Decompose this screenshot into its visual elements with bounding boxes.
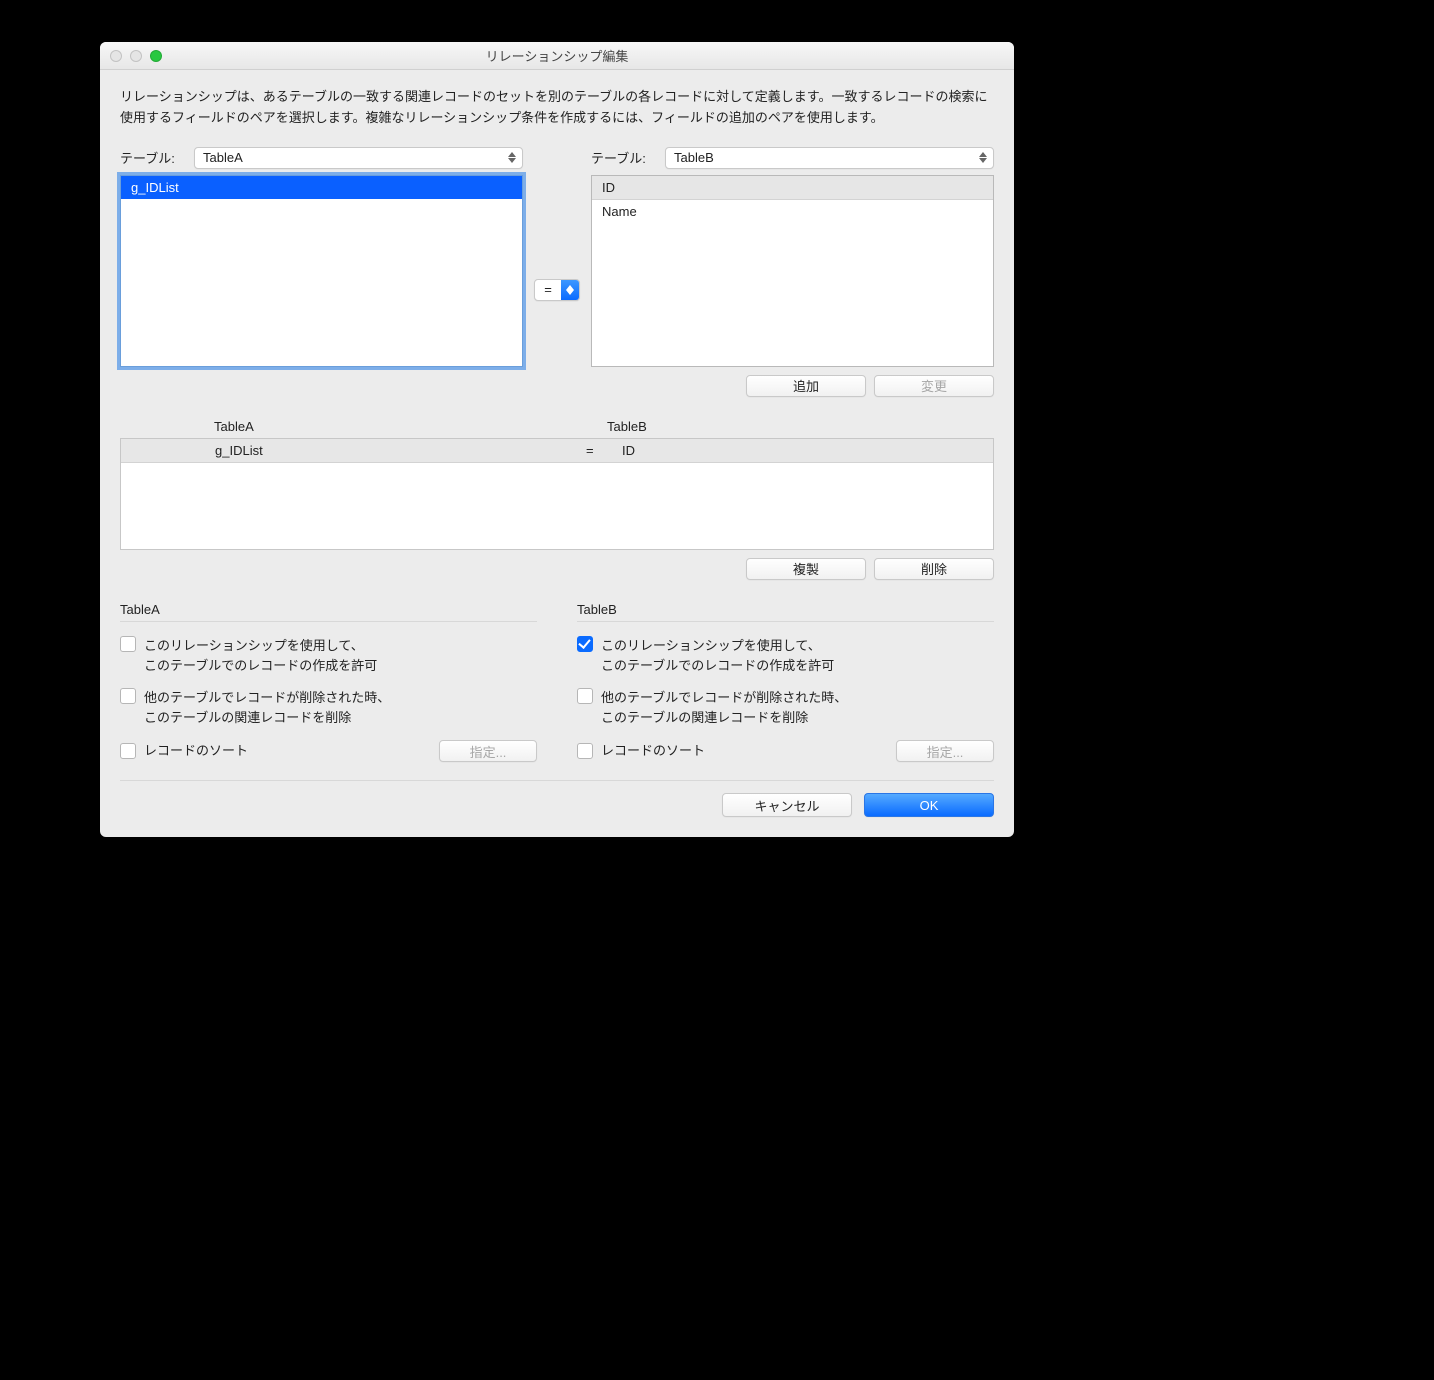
stepper-icon: [561, 280, 579, 300]
delete-related-checkbox-b[interactable]: [577, 688, 593, 704]
allow-create-checkbox-b[interactable]: [577, 636, 593, 652]
dialog-window: リレーションシップ編集 リレーションシップは、あるテーブルの一致する関連レコード…: [100, 42, 1014, 837]
delete-button[interactable]: 削除: [874, 558, 994, 580]
dropdown-arrows-icon: [508, 151, 516, 165]
left-table-block: テーブル: TableA g_IDList: [120, 147, 523, 367]
sort-checkbox-b[interactable]: [577, 743, 593, 759]
dropdown-arrows-icon: [979, 151, 987, 165]
change-button[interactable]: 変更: [874, 375, 994, 397]
list-item[interactable]: g_IDList: [121, 176, 522, 199]
duplicate-button[interactable]: 複製: [746, 558, 866, 580]
right-table-name: TableB: [674, 150, 714, 165]
dialog-content: リレーションシップは、あるテーブルの一致する関連レコードのセットを別のテーブルの…: [100, 70, 1014, 837]
sort-spec-button-a[interactable]: 指定...: [439, 740, 537, 762]
close-button[interactable]: [110, 50, 122, 62]
options-right: TableB このリレーションシップを使用して、 このテーブルでのレコードの作成…: [577, 602, 994, 769]
left-field-list[interactable]: g_IDList: [120, 175, 523, 367]
separator: [120, 621, 537, 622]
right-table-block: テーブル: TableB ID Name 追加 変更: [591, 147, 994, 397]
pair-header-b: TableB: [601, 419, 994, 434]
cancel-button[interactable]: キャンセル: [722, 793, 852, 817]
left-table-select[interactable]: TableA: [194, 147, 523, 169]
sort-checkbox-a[interactable]: [120, 743, 136, 759]
pair-field-a: g_IDList: [121, 443, 586, 458]
pair-header: TableA TableB: [120, 419, 994, 434]
left-table-name: TableA: [203, 150, 243, 165]
window-title: リレーションシップ編集: [100, 46, 1014, 65]
options-left-title: TableA: [120, 602, 537, 617]
pair-row[interactable]: g_IDList = ID: [121, 439, 993, 463]
sort-label-b: レコードのソート: [601, 741, 705, 761]
add-button[interactable]: 追加: [746, 375, 866, 397]
operator-select[interactable]: =: [534, 279, 580, 301]
sort-spec-button-b[interactable]: 指定...: [896, 740, 994, 762]
list-item[interactable]: Name: [592, 200, 993, 223]
options-left: TableA このリレーションシップを使用して、 このテーブルでのレコードの作成…: [120, 602, 537, 769]
zoom-button[interactable]: [150, 50, 162, 62]
titlebar[interactable]: リレーションシップ編集: [100, 42, 1014, 70]
minimize-button[interactable]: [130, 50, 142, 62]
delete-related-checkbox-a[interactable]: [120, 688, 136, 704]
table-label-right: テーブル:: [591, 148, 657, 167]
pair-field-b: ID: [622, 443, 993, 458]
pair-list[interactable]: g_IDList = ID: [120, 438, 994, 550]
delete-related-label-b: 他のテーブルでレコードが削除された時、 このテーブルの関連レコードを削除: [601, 688, 847, 728]
allow-create-checkbox-a[interactable]: [120, 636, 136, 652]
description-text: リレーションシップは、あるテーブルの一致する関連レコードのセットを別のテーブルの…: [120, 86, 994, 129]
delete-related-label-a: 他のテーブルでレコードが削除された時、 このテーブルの関連レコードを削除: [144, 688, 390, 728]
traffic-lights: [100, 50, 162, 62]
separator: [577, 621, 994, 622]
table-label-left: テーブル:: [120, 148, 186, 167]
separator: [120, 780, 994, 781]
sort-label-a: レコードのソート: [144, 741, 248, 761]
ok-button[interactable]: OK: [864, 793, 994, 817]
list-item[interactable]: ID: [592, 176, 993, 200]
allow-create-label-b: このリレーションシップを使用して、 このテーブルでのレコードの作成を許可: [601, 636, 834, 676]
allow-create-label-a: このリレーションシップを使用して、 このテーブルでのレコードの作成を許可: [144, 636, 377, 676]
operator-column: =: [523, 279, 591, 301]
right-field-list[interactable]: ID Name: [591, 175, 994, 367]
right-table-select[interactable]: TableB: [665, 147, 994, 169]
pair-operator: =: [586, 443, 622, 458]
operator-label: =: [535, 282, 561, 297]
pair-header-a: TableA: [120, 419, 601, 434]
options-right-title: TableB: [577, 602, 994, 617]
